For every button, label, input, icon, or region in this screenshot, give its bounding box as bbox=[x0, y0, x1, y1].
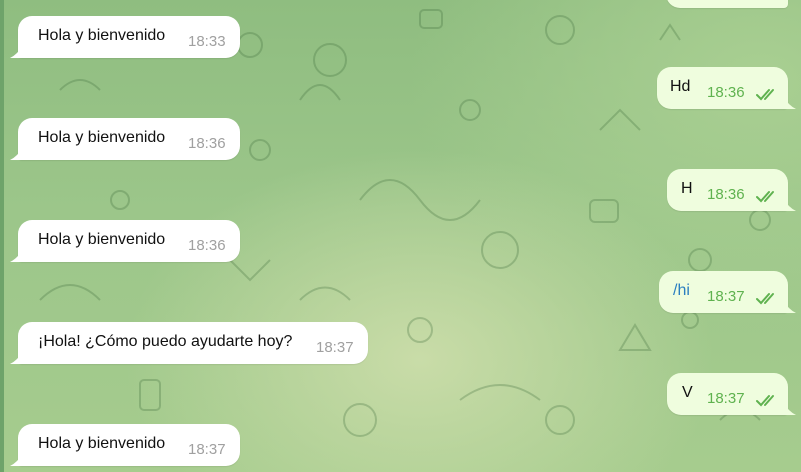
message-bubble-outgoing[interactable]: V 18:37 bbox=[667, 373, 796, 415]
message-text: Hola y bienvenido bbox=[38, 27, 166, 44]
message-text: Hola y bienvenido bbox=[38, 435, 166, 452]
message-time: 18:36 bbox=[188, 237, 226, 254]
double-check-icon bbox=[756, 293, 774, 305]
message-bubble-outgoing-partial bbox=[666, 0, 788, 8]
bubble-tail bbox=[10, 148, 22, 160]
message-bubble-incoming[interactable]: Hola y bienvenido 18:36 bbox=[10, 220, 240, 262]
bubble-tail bbox=[10, 250, 22, 262]
bubble-tail bbox=[784, 199, 796, 211]
bubble-tail bbox=[10, 46, 22, 58]
message-text: Hola y bienvenido bbox=[38, 129, 166, 146]
message-time: 18:37 bbox=[316, 339, 354, 356]
bubble-tail bbox=[784, 97, 796, 109]
bubble-tail bbox=[784, 301, 796, 313]
message-text: V bbox=[682, 384, 693, 401]
message-time: 18:37 bbox=[188, 441, 226, 458]
bubble-tail bbox=[784, 403, 796, 415]
bubble-tail bbox=[10, 454, 22, 466]
message-bubble-outgoing[interactable]: /hi 18:37 bbox=[659, 271, 796, 313]
message-bubble-incoming[interactable]: Hola y bienvenido 18:37 bbox=[10, 424, 240, 466]
message-time: 18:37 bbox=[707, 288, 745, 305]
message-text: Hola y bienvenido bbox=[38, 231, 166, 248]
message-time: 18:33 bbox=[188, 33, 226, 50]
message-text: H bbox=[681, 180, 693, 197]
message-time: 18:36 bbox=[707, 186, 745, 203]
message-bubble-outgoing[interactable]: Hd 18:36 bbox=[657, 67, 796, 109]
message-text: Hd bbox=[670, 78, 691, 95]
message-bubble-incoming[interactable]: ¡Hola! ¿Cómo puedo ayudarte hoy? 18:37 bbox=[10, 322, 368, 364]
double-check-icon bbox=[756, 191, 774, 203]
bubble-tail bbox=[10, 352, 22, 364]
message-time: 18:36 bbox=[707, 84, 745, 101]
double-check-icon bbox=[756, 89, 774, 101]
message-bubble-incoming[interactable]: Hola y bienvenido 18:33 bbox=[10, 16, 240, 58]
command-link[interactable]: /hi bbox=[673, 282, 690, 300]
message-bubble-incoming[interactable]: Hola y bienvenido 18:36 bbox=[10, 118, 240, 160]
message-bubble-outgoing[interactable]: H 18:36 bbox=[667, 169, 796, 211]
message-time: 18:37 bbox=[707, 390, 745, 407]
double-check-icon bbox=[756, 395, 774, 407]
message-time: 18:36 bbox=[188, 135, 226, 152]
left-edge bbox=[0, 0, 4, 472]
message-text: ¡Hola! ¿Cómo puedo ayudarte hoy? bbox=[38, 333, 293, 350]
